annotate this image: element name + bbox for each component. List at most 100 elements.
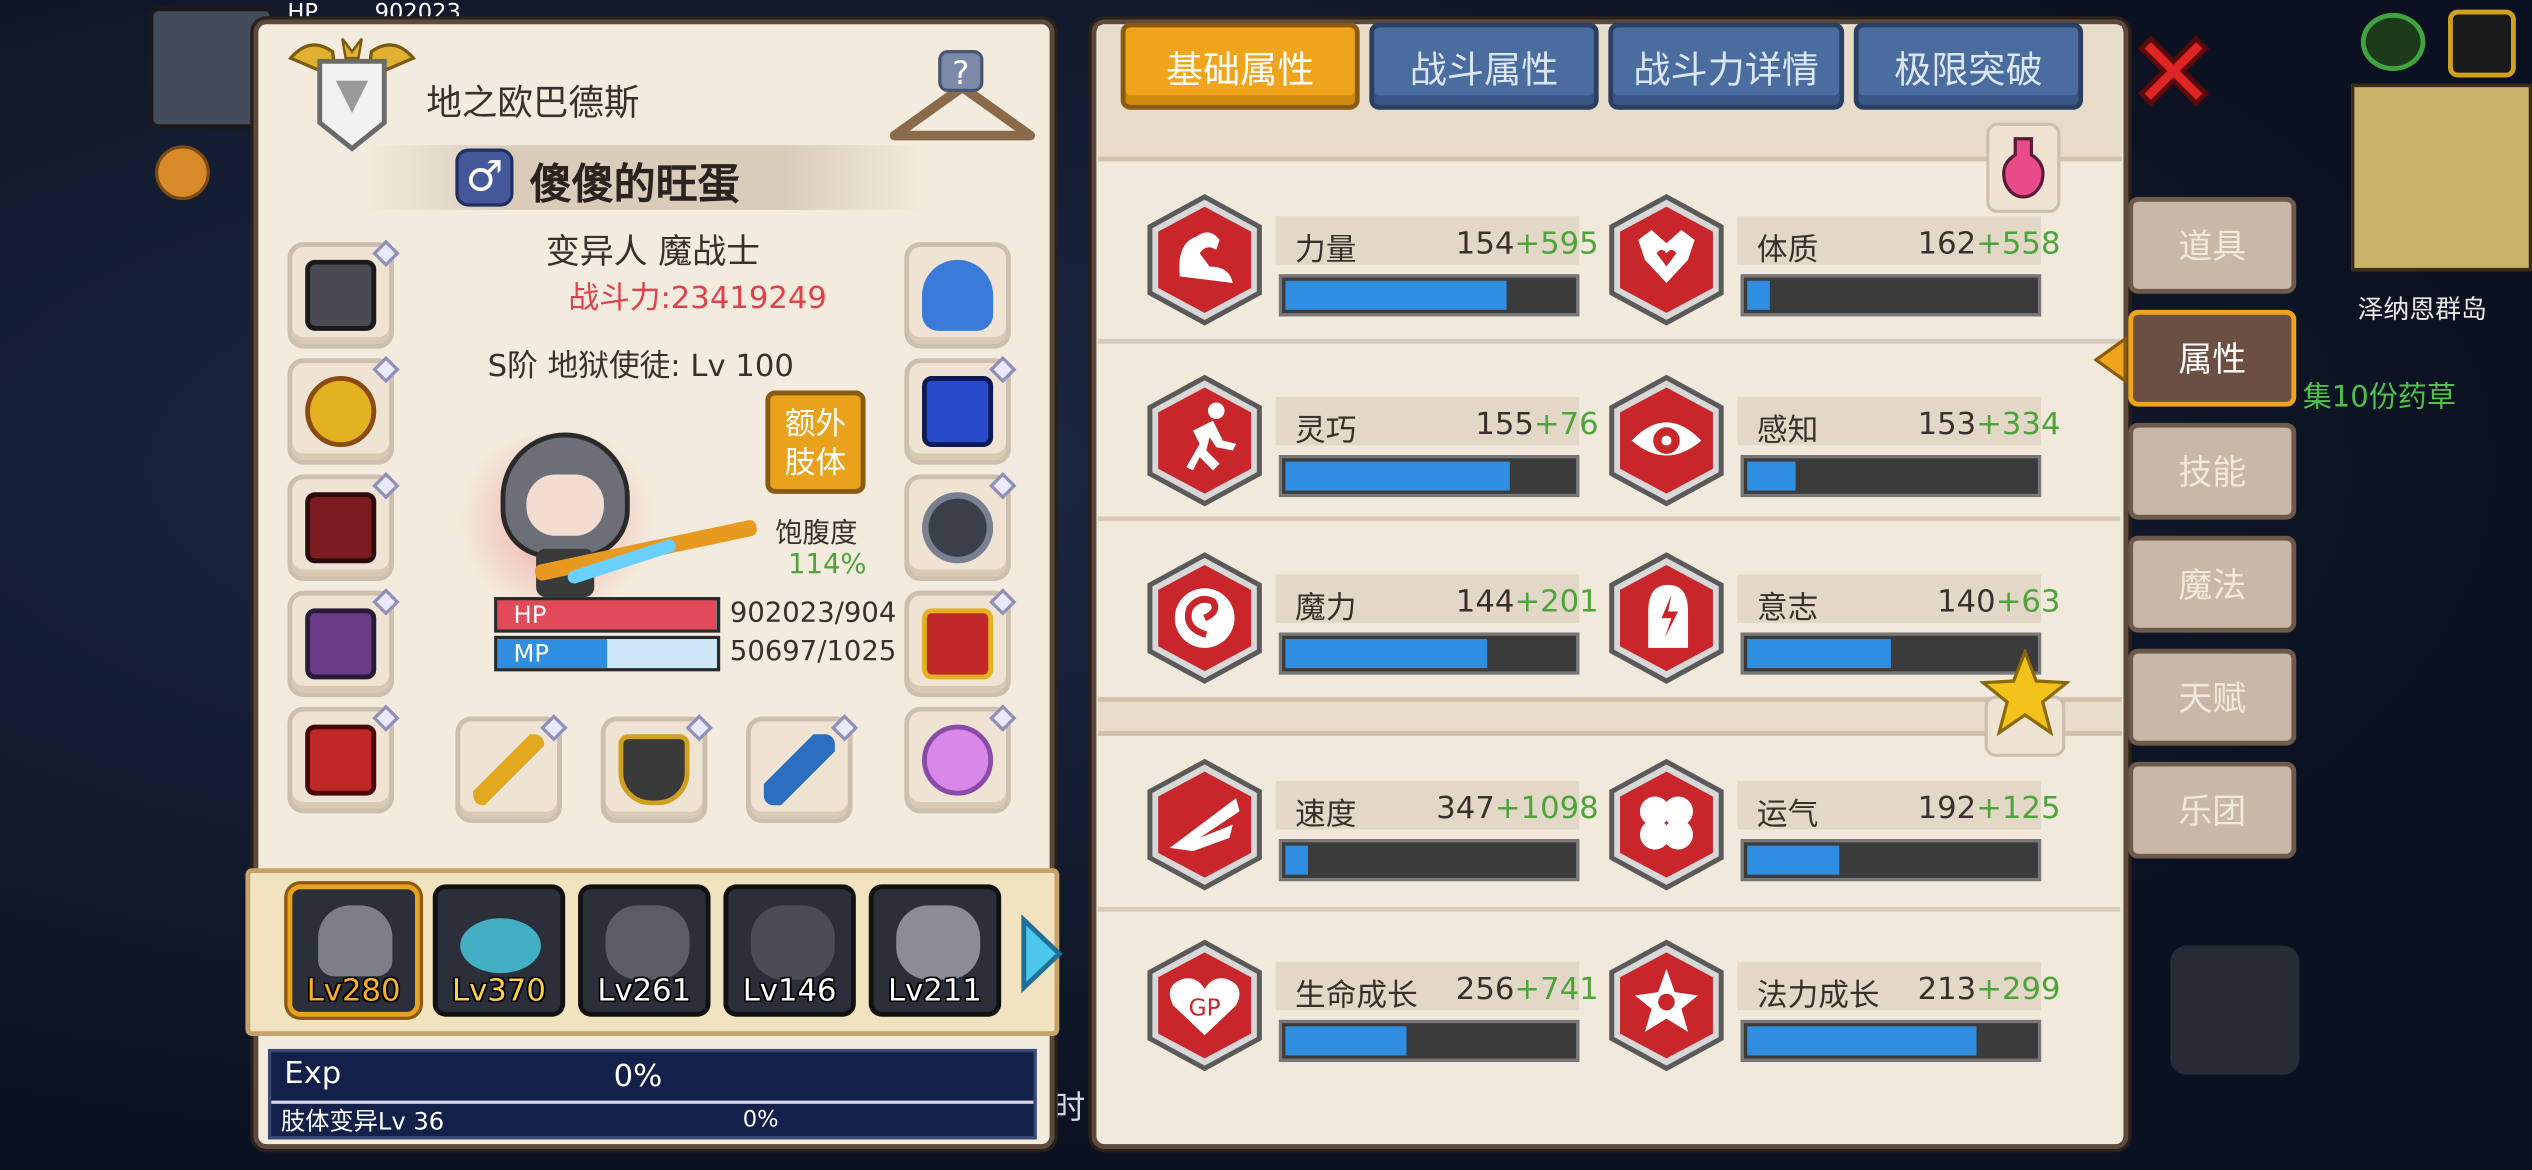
buff-icon[interactable] xyxy=(155,145,210,201)
tab-combat-power-details[interactable]: 战斗力详情 xyxy=(1608,22,1845,110)
equip-slot-necklace[interactable] xyxy=(287,355,400,465)
stat-bar xyxy=(1278,1019,1580,1062)
party-member-4[interactable]: Lv146 xyxy=(723,884,856,1017)
stat-bar-fill xyxy=(1747,639,1891,669)
equip-slot-gloves[interactable] xyxy=(904,355,1017,465)
svg-text:GP: GP xyxy=(1189,994,1221,1021)
stat-value: 162+558 xyxy=(1918,226,2061,262)
equip-slot-pet[interactable] xyxy=(904,704,1017,814)
minimap[interactable] xyxy=(2351,83,2532,272)
stat-bonus: +334 xyxy=(1976,406,2061,443)
star-icon[interactable] xyxy=(1979,648,2071,759)
sleep-icon[interactable] xyxy=(2170,945,2300,1075)
hp-label: HP xyxy=(513,600,547,630)
stat-base: 256 xyxy=(1455,971,1515,1008)
stat-base: 192 xyxy=(1917,790,1977,827)
stat-bonus: +299 xyxy=(1976,971,2061,1008)
stat-10: 法力成长 213+299 xyxy=(1605,936,2060,1075)
stat-6: 意志 140+63 xyxy=(1605,549,2060,688)
stat-value: 144+201 xyxy=(1456,584,1599,620)
exp-value: 0% xyxy=(613,1058,663,1095)
stat-bar xyxy=(1740,839,2042,882)
party-member-1[interactable]: Lv280 xyxy=(287,884,420,1017)
race-class: 变异人 魔战士 xyxy=(545,232,761,272)
stat-bar-fill xyxy=(1747,1026,1978,1056)
party-member-3[interactable]: Lv261 xyxy=(578,884,711,1017)
party-member-2[interactable]: Lv370 xyxy=(432,884,566,1017)
quest-tracker-text: 集10份药草 xyxy=(2302,380,2456,415)
stat-value: 155+76 xyxy=(1475,407,1598,443)
stat-7: 速度 347+1098 xyxy=(1143,755,1599,894)
clover-icon xyxy=(1609,758,1724,891)
close-icon[interactable] xyxy=(2128,26,2218,116)
stat-value: 153+334 xyxy=(1918,407,2061,443)
tab-combat-attributes-label: 战斗属性 xyxy=(1409,50,1559,92)
section-gap xyxy=(1098,697,2122,736)
stat-name: 生命成长 xyxy=(1295,977,1418,1014)
character-title: 地之欧巴德斯 xyxy=(426,83,640,125)
equip-slot-shield[interactable] xyxy=(600,714,713,824)
tab-basic-attributes[interactable]: 基础属性 xyxy=(1120,22,1360,110)
side-tab-attributes[interactable]: 属性 xyxy=(2128,309,2297,407)
stat-base: 347 xyxy=(1436,790,1495,827)
tab-combat-attributes[interactable]: 战斗属性 xyxy=(1369,22,1599,110)
equip-slot-boots[interactable] xyxy=(904,588,1017,698)
network-icon[interactable] xyxy=(2360,12,2426,72)
equip-slot-cloak[interactable] xyxy=(287,472,400,581)
stat-bonus: +125 xyxy=(1976,790,2061,827)
side-tab-items[interactable]: 道具 xyxy=(2128,196,2297,294)
stat-bar xyxy=(1740,455,2042,498)
equip-slot-ring[interactable] xyxy=(287,704,400,814)
side-tab-pointer-icon xyxy=(2093,335,2127,385)
equip-slot-bracelet[interactable] xyxy=(904,472,1017,581)
party-member-5-level: Lv211 xyxy=(888,973,982,1009)
side-tab-attributes-label: 属性 xyxy=(2178,340,2247,380)
equip-slot-belt[interactable] xyxy=(287,588,400,698)
party-member-1-level: Lv280 xyxy=(306,973,401,1009)
stat-5: 魔力 144+201 xyxy=(1143,549,1599,688)
muscle-heart-icon xyxy=(1609,194,1724,326)
hp-bar: HP xyxy=(494,597,721,633)
side-tab-band[interactable]: 乐团 xyxy=(2128,761,2297,859)
side-tab-magic-label: 魔法 xyxy=(2178,566,2247,606)
stat-bonus: +558 xyxy=(1976,225,2061,262)
tab-limit-break[interactable]: 极限突破 xyxy=(1853,22,2084,110)
party-next-arrow-icon[interactable] xyxy=(1017,913,1065,994)
stat-4: 感知 153+334 xyxy=(1605,371,2060,510)
side-tab-skills[interactable]: 技能 xyxy=(2128,422,2297,520)
stat-bar xyxy=(1278,839,1580,882)
stat-base: 140 xyxy=(1937,584,1996,620)
stat-bar-fill xyxy=(1285,1026,1407,1056)
stat-value: 213+299 xyxy=(1918,972,2061,1008)
stat-bar-fill xyxy=(1285,461,1510,491)
equip-slot-weapon[interactable] xyxy=(455,714,568,824)
limb-mutation-label: 肢体变异Lv 36 xyxy=(280,1107,445,1137)
stat-base: 153 xyxy=(1917,406,1977,443)
character-name[interactable]: 傻傻的旺蛋 xyxy=(530,152,740,212)
party-member-4-level: Lv146 xyxy=(742,973,837,1009)
side-tab-band-label: 乐团 xyxy=(2178,792,2247,832)
exit-icon[interactable] xyxy=(2448,9,2516,78)
stat-bar xyxy=(1740,1019,2042,1062)
stat-2: 体质 162+558 xyxy=(1605,190,2060,329)
stat-bonus: +76 xyxy=(1533,406,1599,443)
extra-limb-button[interactable]: 额外肢体 xyxy=(765,390,866,494)
stat-base: 154 xyxy=(1455,225,1515,262)
equip-slot-fish[interactable] xyxy=(746,714,859,824)
side-tab-talent[interactable]: 天赋 xyxy=(2128,648,2297,746)
equip-slot-helmet[interactable] xyxy=(287,239,400,349)
stat-bonus: +595 xyxy=(1514,225,1599,262)
wardrobe-hanger-icon[interactable]: ? xyxy=(885,45,1040,148)
row-separator xyxy=(1098,516,2121,522)
stat-name: 意志 xyxy=(1756,590,1819,627)
stat-base: 162 xyxy=(1917,225,1977,262)
tab-combat-power-details-label: 战斗力详情 xyxy=(1633,50,1820,92)
side-tab-items-label: 道具 xyxy=(2178,227,2247,267)
heart-growth-icon: GP xyxy=(1147,939,1262,1072)
satiety-value: 114% xyxy=(788,548,867,581)
stat-name: 灵巧 xyxy=(1295,413,1357,449)
side-tab-magic[interactable]: 魔法 xyxy=(2128,535,2297,633)
equip-slot-crest[interactable] xyxy=(904,242,1011,349)
party-member-5[interactable]: Lv211 xyxy=(868,884,1002,1017)
tab-basic-attributes-label: 基础属性 xyxy=(1165,50,1315,92)
